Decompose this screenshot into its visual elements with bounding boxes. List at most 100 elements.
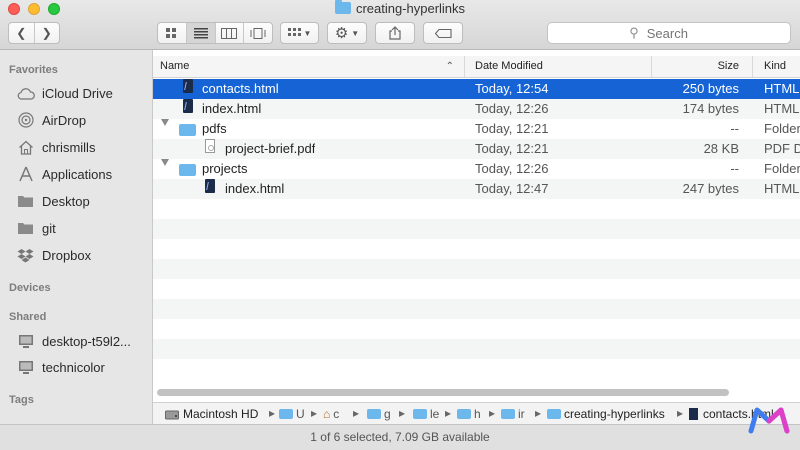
path-item-label: U [296, 407, 305, 421]
path-item-label: c [333, 407, 340, 421]
column-header: Name ⌃ Date Modified Size Kind [153, 56, 800, 78]
sidebar-header-tags: Tags [9, 394, 34, 406]
cover-flow-button[interactable] [244, 23, 272, 43]
folder-icon [279, 409, 293, 419]
folder-icon [413, 409, 427, 419]
edit-tags-button[interactable] [423, 22, 463, 44]
chevron-left-icon: ❮ [16, 26, 27, 40]
path-separator-icon: ▸ [489, 406, 496, 420]
file-name: pdfs [202, 121, 227, 136]
file-row-projects-index-html[interactable]: index.html Today, 12:47 247 bytes HTML [153, 179, 800, 199]
empty-row [153, 259, 800, 279]
file-row-project-brief-pdf[interactable]: project-brief.pdf Today, 12:21 28 KB PDF… [153, 139, 800, 159]
folder-icon [334, 0, 351, 14]
view-mode-buttons [157, 22, 273, 44]
arrange-button[interactable]: ▼ [280, 22, 319, 44]
empty-row [153, 359, 800, 379]
path-item-label: creating-hyperlinks [564, 407, 665, 421]
path-item-label: h [474, 407, 481, 421]
back-button[interactable]: ❮ [9, 23, 35, 43]
sidebar-item-label: AirDrop [42, 112, 87, 128]
sidebar-item-label: git [42, 220, 56, 236]
dropbox-icon [16, 247, 35, 263]
sidebar-item-label: iCloud Drive [42, 85, 113, 101]
sidebar-item-label: Applications [42, 166, 113, 182]
search-input[interactable] [644, 24, 709, 42]
sidebar-item-icloud-drive[interactable]: iCloud Drive [16, 82, 113, 104]
sidebar-item-desktop[interactable]: Desktop [16, 190, 90, 212]
folder-row-pdfs[interactable]: pdfs Today, 12:21 -- Folder [153, 119, 800, 139]
path-item-folder-ir[interactable]: ir [501, 406, 525, 422]
column-header-date[interactable]: Date Modified [465, 56, 652, 77]
empty-row [153, 339, 800, 359]
forward-button[interactable]: ❯ [35, 23, 60, 43]
path-item-home[interactable]: ⌂ c [323, 406, 339, 422]
action-button[interactable]: ⚙ ▼ [327, 22, 367, 44]
file-name: project-brief.pdf [225, 141, 316, 156]
path-item-label: Macintosh HD [183, 407, 259, 421]
path-item-folder-le[interactable]: le [413, 406, 439, 422]
computer-icon [16, 359, 35, 375]
path-item-creating-hyperlinks[interactable]: creating-hyperlinks [547, 406, 665, 422]
home-icon [16, 139, 35, 155]
sidebar-item-chrismills[interactable]: chrismills [16, 136, 95, 158]
icon-view-button[interactable] [158, 23, 187, 43]
path-separator-icon: ▸ [445, 406, 452, 420]
desktop-icon [16, 193, 35, 209]
file-date: Today, 12:26 [475, 161, 549, 176]
airdrop-icon [16, 112, 35, 128]
column-header-kind[interactable]: Kind [753, 56, 800, 77]
watermark-logo [748, 407, 790, 434]
path-item-label: ir [518, 407, 525, 421]
status-bar: 1 of 6 selected, 7.09 GB available [0, 424, 800, 450]
path-separator-icon: ▸ [535, 406, 542, 420]
empty-row [153, 219, 800, 239]
sidebar-item-label: Desktop [42, 193, 90, 209]
folder-icon [457, 409, 471, 419]
path-item-folder-g[interactable]: g [367, 406, 391, 422]
file-kind: PDF D [764, 141, 800, 156]
column-header-size[interactable]: Size [652, 56, 753, 77]
sidebar-item-airdrop[interactable]: AirDrop [16, 109, 86, 131]
status-text: 1 of 6 selected, 7.09 GB available [310, 430, 490, 444]
sidebar-item-label: chrismills [42, 139, 96, 155]
horizontal-scrollbar[interactable] [157, 389, 729, 396]
file-name: index.html [202, 101, 262, 116]
sidebar-item-technicolor[interactable]: technicolor [16, 356, 105, 378]
folder-row-projects[interactable]: projects Today, 12:26 -- Folder [153, 159, 800, 179]
file-size: -- [730, 121, 739, 136]
applications-icon [16, 166, 35, 182]
empty-row [153, 239, 800, 259]
search-field[interactable]: ⚲ [547, 22, 791, 44]
sidebar-item-dropbox[interactable]: Dropbox [16, 244, 91, 266]
hard-disk-icon [165, 410, 179, 419]
file-row-index-html[interactable]: index.html Today, 12:26 174 bytes HTML [153, 99, 800, 119]
share-button[interactable] [375, 22, 415, 44]
list-icon [193, 27, 208, 38]
empty-row [153, 299, 800, 319]
empty-row [153, 199, 800, 219]
list-view-button[interactable] [186, 23, 216, 43]
sidebar-item-desktop-t59l2[interactable]: desktop-t59l2... [16, 330, 131, 352]
file-size: 28 KB [703, 141, 739, 156]
window-title: creating-hyperlinks [0, 0, 800, 16]
sidebar-header-devices: Devices [9, 282, 51, 294]
path-item-users[interactable]: U [279, 406, 305, 422]
cloud-icon [16, 85, 35, 101]
sidebar-item-label: technicolor [42, 359, 105, 375]
file-name: projects [202, 161, 248, 176]
computer-icon [16, 333, 35, 349]
file-kind: HTML [764, 81, 800, 96]
file-row-contacts-html[interactable]: contacts.html Today, 12:54 250 bytes HTM… [153, 79, 800, 99]
html-file-icon [205, 179, 215, 193]
sidebar-item-applications[interactable]: Applications [16, 163, 112, 185]
file-name: contacts.html [202, 81, 279, 96]
column-view-button[interactable] [216, 23, 245, 43]
sidebar-item-git[interactable]: git [16, 217, 56, 239]
path-separator-icon: ▸ [311, 406, 318, 420]
column-header-label: Name [160, 60, 190, 72]
column-header-name[interactable]: Name ⌃ [153, 56, 465, 77]
path-item-folder-h[interactable]: h [457, 406, 481, 422]
path-item-disk[interactable]: Macintosh HD [165, 406, 258, 422]
window-title-text: creating-hyperlinks [355, 1, 466, 16]
